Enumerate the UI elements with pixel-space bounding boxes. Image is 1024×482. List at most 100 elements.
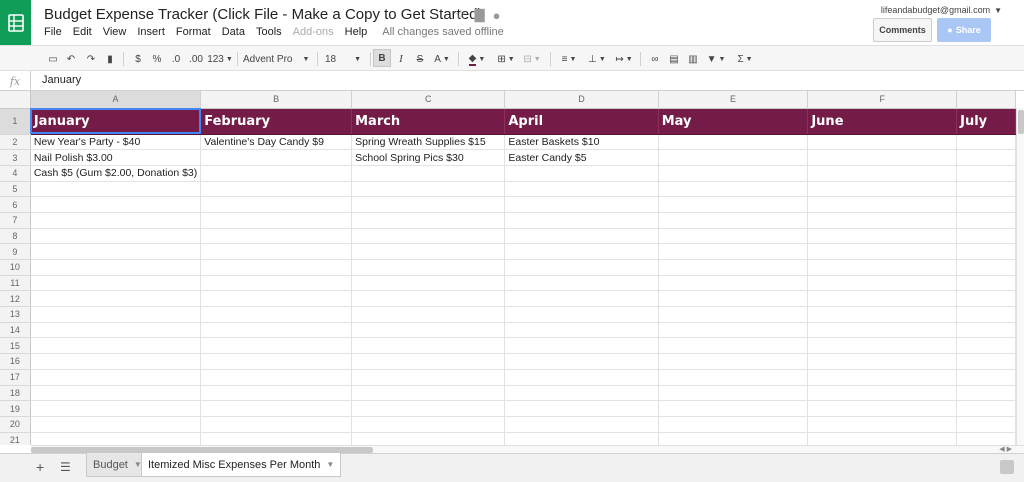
cell-c1[interactable]: March <box>351 108 506 135</box>
cell[interactable] <box>504 322 659 339</box>
cell[interactable] <box>956 337 1016 355</box>
row-header[interactable]: 1 <box>0 108 31 135</box>
cell[interactable] <box>658 228 809 245</box>
column-header-f[interactable]: F <box>807 91 958 109</box>
cell[interactable] <box>956 306 1016 323</box>
increase-decimal-button[interactable]: .00 <box>187 51 205 67</box>
row-header[interactable]: 4 <box>0 165 31 182</box>
cell-a2[interactable]: New Year's Party - $40 <box>30 134 202 151</box>
text-color-dropdown[interactable]: A ▼ <box>432 51 452 67</box>
cell[interactable] <box>807 243 958 260</box>
bold-button[interactable]: B <box>373 49 391 67</box>
all-sheets-menu-icon[interactable]: ☰ <box>60 460 71 474</box>
cell[interactable] <box>956 369 1016 386</box>
menu-data[interactable]: Data <box>222 26 245 38</box>
cell-g4[interactable] <box>956 165 1016 182</box>
paint-format-icon[interactable]: ▮ <box>104 51 116 67</box>
format-currency-button[interactable]: $ <box>132 51 144 67</box>
redo-icon[interactable]: ↷ <box>84 51 98 67</box>
cell[interactable] <box>956 275 1016 292</box>
cell[interactable] <box>30 243 202 260</box>
cell-e4[interactable] <box>658 165 809 182</box>
cell-c3[interactable]: School Spring Pics $30 <box>351 149 506 166</box>
cell[interactable] <box>351 432 506 445</box>
cell[interactable] <box>30 322 202 339</box>
cell[interactable] <box>658 196 809 213</box>
cell[interactable] <box>658 369 809 386</box>
cell-b2[interactable]: Valentine's Day Candy $9 <box>200 134 353 151</box>
cell[interactable] <box>30 306 202 323</box>
cell[interactable] <box>351 353 506 370</box>
cell[interactable] <box>504 212 659 229</box>
cell[interactable] <box>504 306 659 323</box>
row-header[interactable]: 9 <box>0 243 31 260</box>
cell[interactable] <box>200 290 353 308</box>
cell-a1[interactable]: January <box>30 108 202 135</box>
column-header-g[interactable] <box>956 91 1016 109</box>
vertical-scrollbar[interactable] <box>1016 108 1024 445</box>
row-header[interactable]: 15 <box>0 337 31 355</box>
row-header[interactable]: 5 <box>0 181 31 198</box>
cell[interactable] <box>30 259 202 276</box>
row-header[interactable]: 8 <box>0 228 31 245</box>
print-icon[interactable]: ▭ <box>47 51 59 67</box>
cell[interactable] <box>956 385 1016 402</box>
cell[interactable] <box>351 181 506 198</box>
cell-g2[interactable] <box>956 134 1016 151</box>
cell[interactable] <box>504 353 659 370</box>
cell-g1[interactable]: July <box>956 108 1016 135</box>
cell[interactable] <box>30 275 202 292</box>
row-header[interactable]: 7 <box>0 212 31 229</box>
cell[interactable] <box>807 259 958 276</box>
cell[interactable] <box>200 337 353 355</box>
row-header[interactable]: 6 <box>0 196 31 213</box>
cell[interactable] <box>807 212 958 229</box>
cell[interactable] <box>956 259 1016 276</box>
cell[interactable] <box>658 353 809 370</box>
cell[interactable] <box>807 275 958 292</box>
column-header-b[interactable]: B <box>200 91 353 109</box>
vertical-align-dropdown[interactable]: ⊥ ▼ <box>586 51 608 67</box>
cell[interactable] <box>807 181 958 198</box>
cell[interactable] <box>30 228 202 245</box>
cell[interactable] <box>504 432 659 445</box>
cell[interactable] <box>351 369 506 386</box>
cell[interactable] <box>30 212 202 229</box>
comments-button[interactable]: Comments <box>873 18 932 42</box>
cell[interactable] <box>956 416 1016 433</box>
cell[interactable] <box>351 385 506 402</box>
cell[interactable] <box>658 290 809 308</box>
strikethrough-button[interactable]: S <box>414 51 426 67</box>
cell[interactable] <box>30 337 202 355</box>
cell[interactable] <box>504 275 659 292</box>
add-sheet-button[interactable]: + <box>36 459 44 475</box>
cell[interactable] <box>807 290 958 308</box>
cell-f1[interactable]: June <box>807 108 958 135</box>
cell[interactable] <box>200 416 353 433</box>
fill-color-dropdown[interactable]: ◆ ▼ <box>466 51 488 67</box>
cell[interactable] <box>807 322 958 339</box>
cell[interactable] <box>504 290 659 308</box>
cell[interactable] <box>30 196 202 213</box>
horizontal-align-dropdown[interactable]: ≡ ▼ <box>558 51 580 67</box>
select-all-corner[interactable] <box>0 91 31 109</box>
undo-icon[interactable]: ↶ <box>64 51 78 67</box>
cell[interactable] <box>200 385 353 402</box>
format-percent-button[interactable]: % <box>150 51 164 67</box>
cell[interactable] <box>200 353 353 370</box>
cell[interactable] <box>200 306 353 323</box>
row-header[interactable]: 13 <box>0 306 31 323</box>
cell[interactable] <box>504 181 659 198</box>
offline-status-icon[interactable]: ● <box>493 8 501 23</box>
cell[interactable] <box>351 259 506 276</box>
cell[interactable] <box>807 432 958 445</box>
cell[interactable] <box>504 259 659 276</box>
cell[interactable] <box>351 337 506 355</box>
cell-a3[interactable]: Nail Polish $3.00 <box>30 149 202 166</box>
cell[interactable] <box>658 432 809 445</box>
cell-b3[interactable] <box>200 149 353 166</box>
column-header-a[interactable]: A <box>30 91 202 109</box>
folder-icon[interactable]: ▇ <box>475 7 485 23</box>
cell[interactable] <box>956 196 1016 213</box>
cell[interactable] <box>956 400 1016 417</box>
